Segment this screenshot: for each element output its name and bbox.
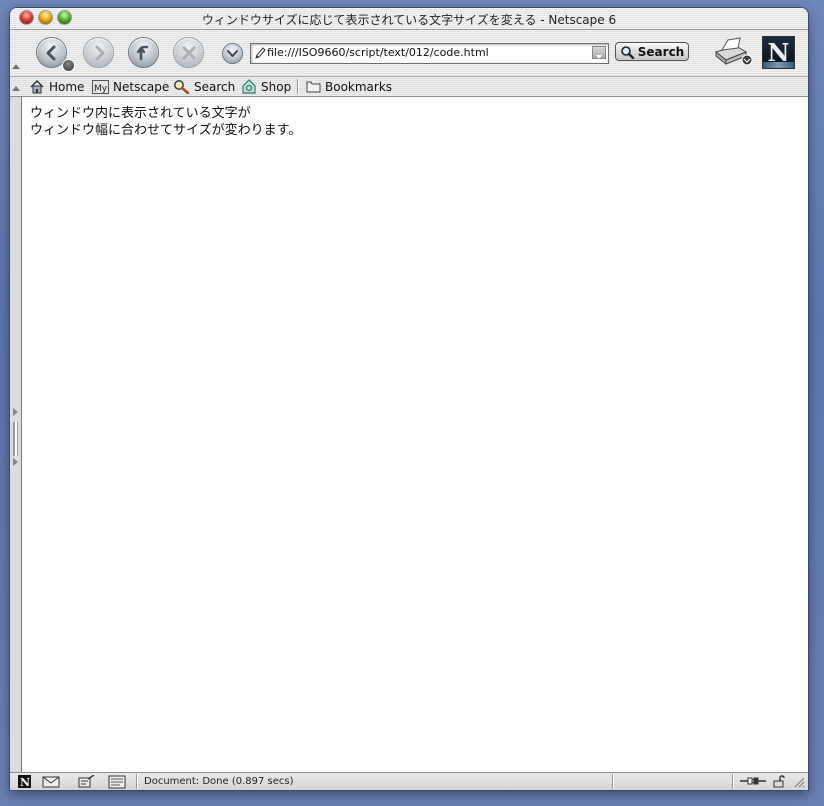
page-text-line-1: ウィンドウ内に表示されている文字が (30, 106, 251, 121)
shop-label: Shop (261, 79, 292, 94)
forward-arrow-icon (95, 45, 104, 60)
chevron-down-icon (227, 50, 238, 57)
my-netscape-icon: My (92, 79, 109, 94)
home-icon (30, 79, 44, 94)
page-text-line-2: ウィンドウ幅に合わせてサイズが変わります。 (30, 123, 302, 138)
svg-text:My: My (94, 84, 108, 94)
page-content: ウィンドウ内に表示されている文字が ウィンドウ幅に合わせてサイズが変わります。 (21, 97, 808, 772)
reload-icon (136, 45, 148, 60)
mail-icon[interactable] (42, 775, 60, 788)
folder-icon (306, 81, 321, 93)
sidebar-open-arrow-icon[interactable] (13, 458, 18, 466)
navigation-toolbar: Search N (10, 30, 808, 77)
online-connection-icon[interactable] (740, 775, 766, 787)
svg-text:N: N (20, 776, 30, 788)
title-bar[interactable]: ウィンドウサイズに応じて表示されている文字サイズを変える - Netscape … (10, 8, 808, 30)
personal-toolbar-collapse-icon[interactable] (12, 86, 20, 91)
magnifier-icon (620, 45, 634, 59)
status-divider (612, 774, 613, 789)
status-bar: N Document: Done (0.897 secs) (10, 772, 808, 790)
resize-grip-icon[interactable] (792, 775, 805, 788)
splitter-grip[interactable] (13, 422, 15, 456)
printer-icon (714, 37, 753, 66)
security-lock-icon[interactable] (772, 775, 786, 788)
browser-window: ウィンドウサイズに応じて表示されている文字サイズを変える - Netscape … (10, 8, 808, 790)
toolbar-separator (297, 79, 298, 94)
stop-x-icon (182, 46, 195, 59)
url-input[interactable] (267, 45, 585, 60)
personal-toolbar: Home My Netscape Search Shop Bookmarks (10, 77, 808, 97)
status-divider (732, 774, 733, 789)
search-label: Search (194, 79, 236, 94)
stop-button[interactable] (174, 38, 203, 67)
toolbar-collapse-icon[interactable] (12, 64, 20, 69)
bookmarks-button[interactable]: Bookmarks (306, 78, 392, 95)
magnifier-icon (174, 80, 190, 94)
url-dropdown-button[interactable] (592, 46, 606, 59)
page-body-text: ウィンドウ内に表示されている文字が ウィンドウ幅に合わせてサイズが変わります。 (30, 105, 301, 139)
netscape-n-icon[interactable]: N (18, 775, 31, 788)
reload-button[interactable] (129, 38, 158, 67)
home-label: Home (49, 79, 85, 94)
search-bookmark-button[interactable]: Search (173, 78, 235, 95)
status-text: Document: Done (0.897 secs) (144, 776, 294, 787)
status-divider (136, 774, 137, 789)
my-netscape-button[interactable]: My Netscape (92, 78, 169, 95)
instant-messenger-icon[interactable] (78, 775, 96, 789)
shop-button[interactable]: Shop (241, 78, 291, 95)
dropdown-arrow-icon (596, 55, 602, 59)
search-button-label: Search (637, 44, 685, 59)
search-button[interactable]: Search (615, 42, 689, 61)
home-button[interactable]: Home (29, 78, 84, 95)
sidebar-open-arrow-icon[interactable] (13, 408, 18, 416)
netscape-label: Netscape (113, 79, 170, 94)
bookmarks-label: Bookmarks (325, 79, 393, 94)
shop-icon (242, 79, 256, 94)
forward-button[interactable] (84, 38, 113, 67)
back-button[interactable] (37, 38, 66, 67)
url-bar[interactable] (250, 43, 609, 64)
logo-horizon (763, 62, 794, 68)
netscape-logo[interactable]: N (762, 36, 795, 69)
back-history-dropdown[interactable] (63, 60, 74, 71)
window-title: ウィンドウサイズに応じて表示されている文字サイズを変える - Netscape … (201, 13, 617, 27)
composer-icon[interactable] (108, 775, 126, 789)
page-proxy-icon (255, 47, 266, 59)
back-arrow-icon (46, 45, 55, 60)
url-history-button[interactable] (223, 44, 242, 63)
print-button[interactable] (712, 36, 754, 72)
